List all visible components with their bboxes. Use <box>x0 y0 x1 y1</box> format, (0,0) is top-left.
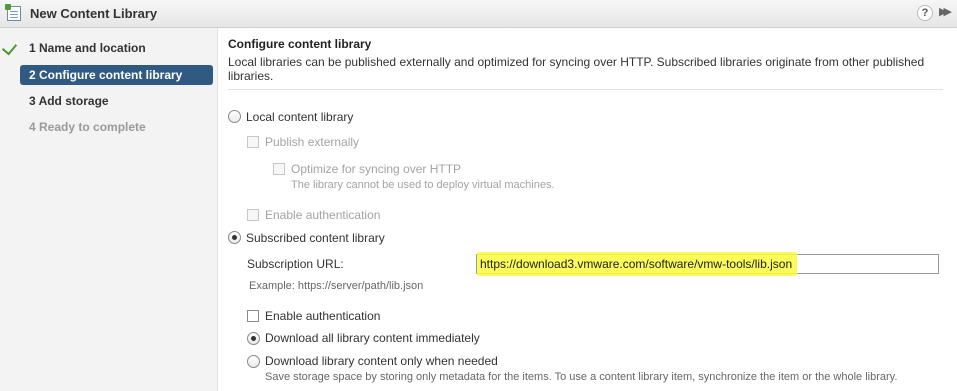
download-when-needed-note: Save storage space by storing only metad… <box>265 371 898 383</box>
subscribed-auth-label[interactable]: Enable authentication <box>265 309 380 323</box>
step-add-storage[interactable]: 3 Add storage <box>20 91 213 111</box>
header-divider <box>228 89 943 90</box>
local-auth-label: Enable authentication <box>265 208 381 222</box>
publish-externally-label: Publish externally <box>265 135 360 149</box>
expand-icon[interactable]: ▶▶ <box>939 5 952 18</box>
window-title: New Content Library <box>30 6 158 21</box>
local-auth-checkbox <box>247 209 259 221</box>
check-icon <box>1 39 18 56</box>
page-description: Local libraries can be published externa… <box>228 55 925 83</box>
local-library-label[interactable]: Local content library <box>246 110 353 124</box>
download-when-needed-label[interactable]: Download library content only when neede… <box>265 354 498 368</box>
step-ready-to-complete: 4 Ready to complete <box>29 120 146 134</box>
subscription-url-example: Example: https://server/path/lib.json <box>249 280 424 292</box>
help-icon[interactable]: ? <box>917 5 933 21</box>
subscribed-library-label[interactable]: Subscribed content library <box>246 231 385 245</box>
page-title: Configure content library <box>228 37 372 51</box>
title-bar: New Content Library ? ▶▶ <box>0 0 957 28</box>
download-all-label[interactable]: Download all library content immediately <box>265 331 480 345</box>
local-library-radio[interactable] <box>228 110 241 123</box>
download-when-needed-radio[interactable] <box>247 355 260 368</box>
publish-externally-checkbox <box>247 136 259 148</box>
download-all-radio[interactable] <box>247 332 260 345</box>
content-library-icon <box>5 4 21 21</box>
optimize-http-checkbox <box>273 163 285 175</box>
subscribed-library-radio[interactable] <box>228 231 241 244</box>
step-configure-content-library[interactable]: 2 Configure content library <box>20 65 213 85</box>
subscribed-auth-checkbox[interactable] <box>247 310 259 322</box>
optimize-http-label: Optimize for syncing over HTTP <box>291 162 462 176</box>
step-name-and-location[interactable]: 1 Name and location <box>20 38 213 58</box>
main-panel: Configure content library Local librarie… <box>218 28 957 391</box>
subscription-url-value[interactable]: https://download3.vmware.com/software/vm… <box>480 257 792 271</box>
wizard-steps: 1 Name and location 2 Configure content … <box>0 28 218 391</box>
optimize-http-note: The library cannot be used to deploy vir… <box>291 179 555 191</box>
subscription-url-label: Subscription URL: <box>247 257 344 271</box>
